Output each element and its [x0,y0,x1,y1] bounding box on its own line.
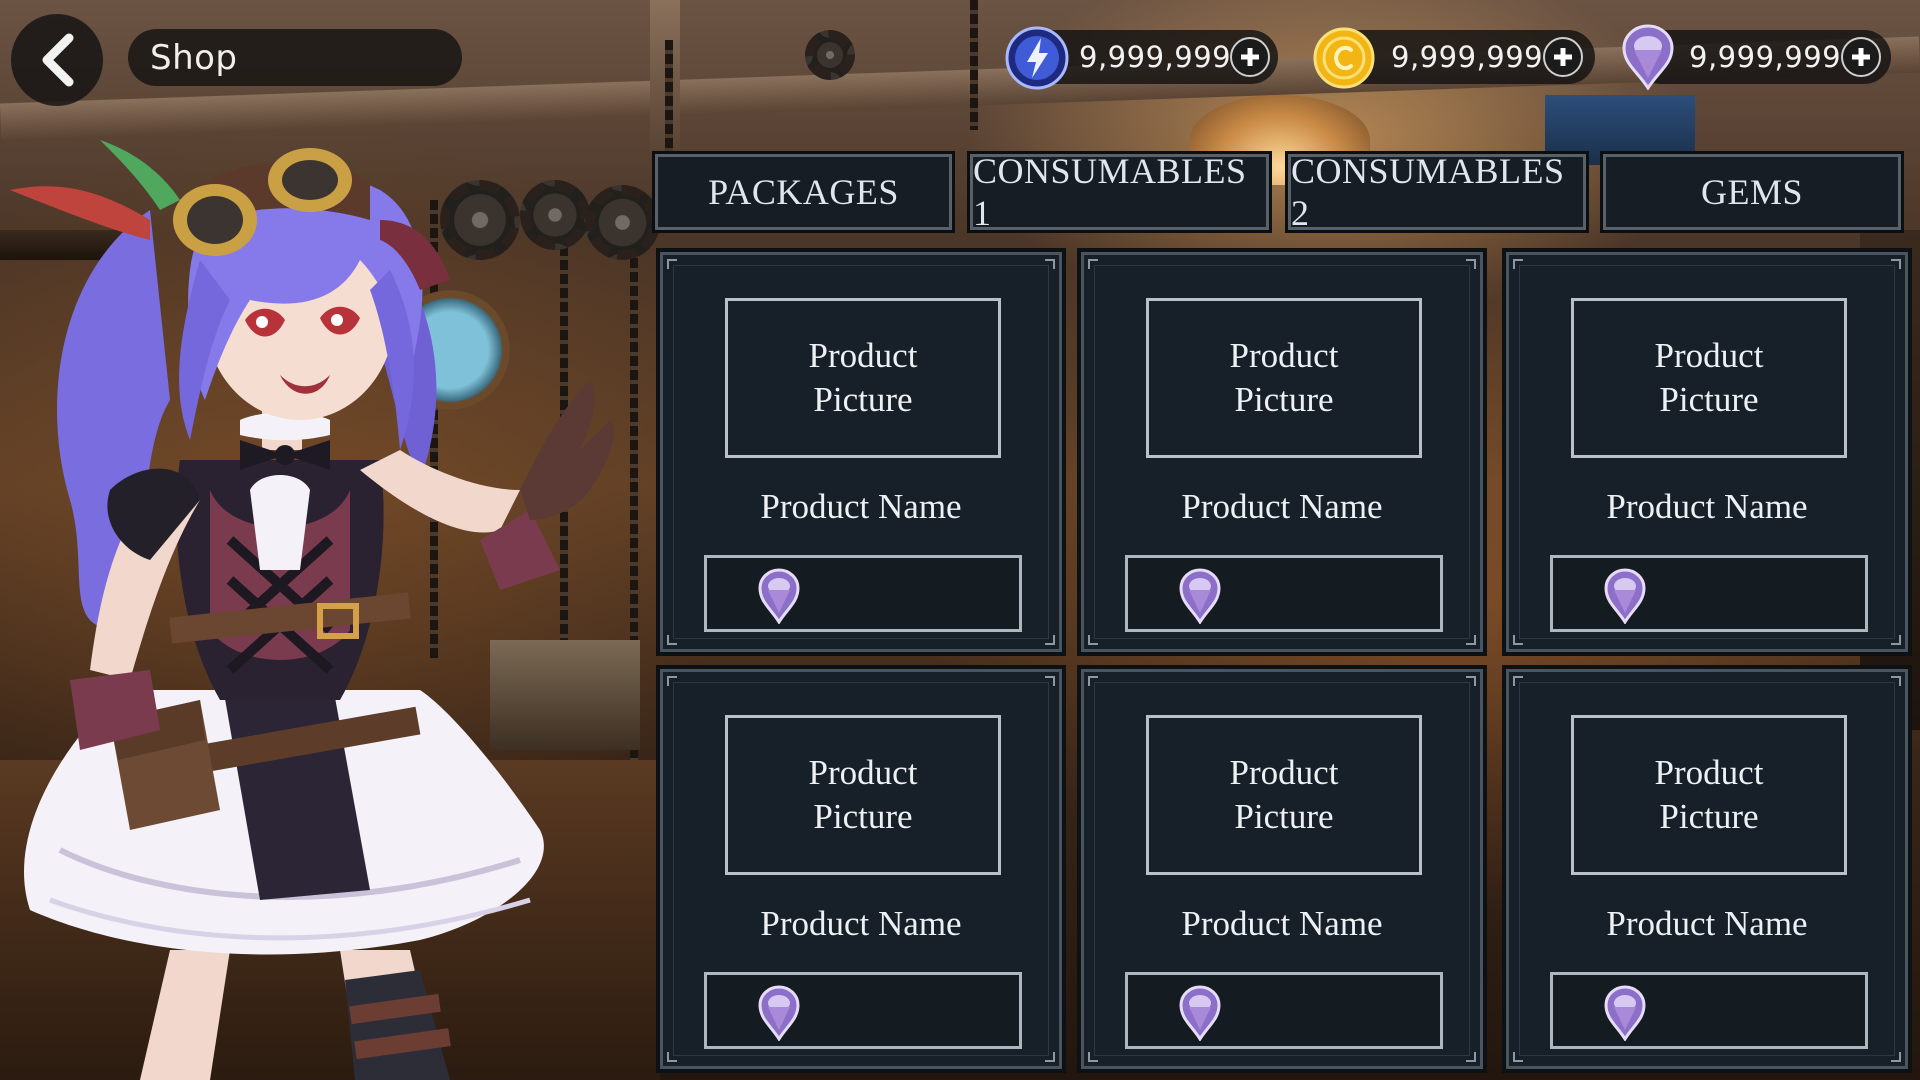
product-card[interactable]: Product Picture Product Name [656,248,1066,656]
currency-amount: 9,999,999 [1079,40,1232,74]
tab-label: CONSUMABLES 2 [1291,151,1565,233]
purple-gem-icon [758,568,800,624]
product-card[interactable]: Product Picture Product Name [1502,665,1912,1073]
buy-button[interactable] [704,555,1022,632]
currency-amount: 9,999,999 [1689,40,1842,74]
add-gem-button[interactable] [1841,37,1881,77]
product-picture[interactable]: Product Picture [1571,715,1847,875]
corner-ornament [1088,635,1098,645]
corner-ornament [1088,1052,1098,1062]
product-picture[interactable]: Product Picture [1146,298,1422,458]
corner-ornament [1466,635,1476,645]
corner-ornament [1045,259,1055,269]
corner-ornament [1513,259,1523,269]
purple-gem-icon [1179,568,1221,624]
buy-button[interactable] [1125,972,1443,1049]
product-picture-label: Product Picture [1654,753,1764,836]
purple-gem-icon [1179,985,1221,1041]
product-picture[interactable]: Product Picture [1571,298,1847,458]
product-picture[interactable]: Product Picture [725,715,1001,875]
corner-ornament [1891,259,1901,269]
product-card[interactable]: Product Picture Product Name [1502,248,1912,656]
corner-ornament [1513,1052,1523,1062]
plus-icon [1241,48,1259,66]
product-name: Product Name [1181,487,1383,526]
corner-ornament [1088,259,1098,269]
corner-ornament [1466,259,1476,269]
energy-orb-icon [1005,26,1069,90]
purple-gem-icon [1622,24,1674,90]
product-name: Product Name [760,487,962,526]
shopkeeper-character [10,140,614,1080]
corner-ornament [667,1052,677,1062]
corner-ornament [1045,635,1055,645]
corner-ornament [1045,1052,1055,1062]
product-name: Product Name [760,904,962,943]
add-gold-button[interactable] [1543,37,1583,77]
page-title-pill: Shop [128,29,462,86]
tab-label: CONSUMABLES 1 [973,151,1247,233]
purple-gem-icon [1604,568,1646,624]
product-name: Product Name [1606,904,1808,943]
product-picture[interactable]: Product Picture [725,298,1001,458]
corner-ornament [667,676,677,686]
product-picture-label: Product Picture [1229,336,1339,419]
corner-ornament [1891,1052,1901,1062]
hanging-chain [665,40,673,160]
corner-ornament [1891,676,1901,686]
product-name: Product Name [1181,904,1383,943]
product-picture-label: Product Picture [1654,336,1764,419]
purple-gem-icon [1604,985,1646,1041]
product-card[interactable]: Product Picture Product Name [656,665,1066,1073]
tab-label: GEMS [1700,172,1804,212]
corner-ornament [667,259,677,269]
tab-packages[interactable]: PACKAGES [652,151,955,233]
buy-button[interactable] [704,972,1022,1049]
back-button[interactable] [11,14,103,106]
tab-label: PACKAGES [708,172,899,212]
gold-coin-icon [1313,27,1375,89]
plus-icon [1554,48,1572,66]
hanging-chain [970,0,978,130]
chevron-left-icon [42,33,74,87]
corner-ornament [1513,676,1523,686]
product-picture-label: Product Picture [808,753,918,836]
corner-ornament [1088,676,1098,686]
product-picture-label: Product Picture [808,336,918,419]
plus-icon [1852,48,1870,66]
gear-icon [805,30,855,80]
tab-consumables-2[interactable]: CONSUMABLES 2 [1285,151,1589,233]
page-title: Shop [150,37,238,78]
product-card[interactable]: Product Picture Product Name [1077,248,1487,656]
corner-ornament [1466,1052,1476,1062]
product-picture[interactable]: Product Picture [1146,715,1422,875]
buy-button[interactable] [1125,555,1443,632]
corner-ornament [1045,676,1055,686]
corner-ornament [1466,676,1476,686]
corner-ornament [1513,635,1523,645]
corner-ornament [667,635,677,645]
tab-consumables-1[interactable]: CONSUMABLES 1 [967,151,1272,233]
add-energy-button[interactable] [1230,37,1270,77]
tab-gems[interactable]: GEMS [1600,151,1904,233]
product-name: Product Name [1606,487,1808,526]
product-card[interactable]: Product Picture Product Name [1077,665,1487,1073]
purple-gem-icon [758,985,800,1041]
product-picture-label: Product Picture [1229,753,1339,836]
buy-button[interactable] [1550,555,1868,632]
buy-button[interactable] [1550,972,1868,1049]
currency-amount: 9,999,999 [1391,40,1544,74]
corner-ornament [1891,635,1901,645]
